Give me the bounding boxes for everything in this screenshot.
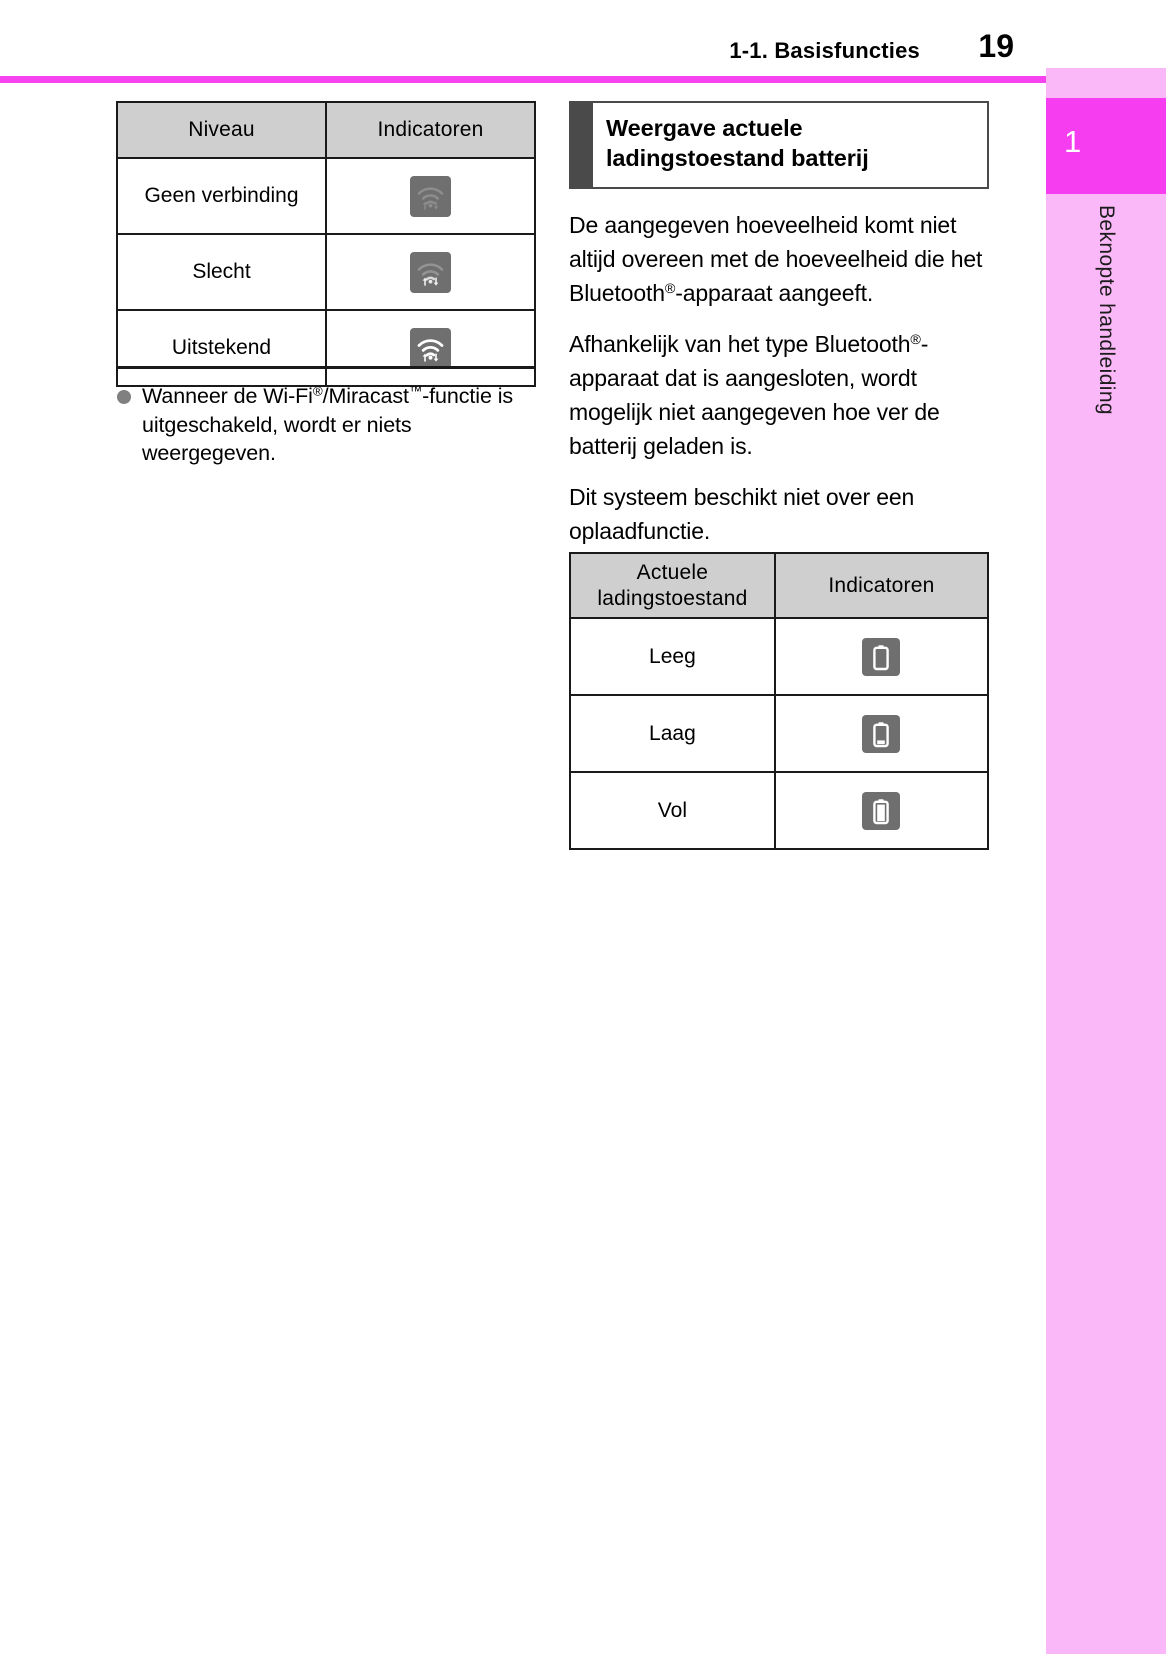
body-paragraph: De aangegeven hoeveelheid komt niet alti… <box>569 208 989 310</box>
battery-glyph <box>873 644 890 670</box>
section-heading-bar <box>571 103 593 187</box>
table-row: Slecht <box>116 233 536 311</box>
footnote-divider <box>116 366 536 369</box>
registered-mark-icon: ® <box>312 383 323 399</box>
battery-state-label: Vol <box>569 771 776 851</box>
footnote-text-part1: Wanneer de Wi-Fi <box>142 384 313 408</box>
battery-state-label: Leeg <box>569 617 776 697</box>
registered-mark-icon: ® <box>664 280 676 297</box>
battery-glyph <box>873 798 890 824</box>
wifi-indicator-cell <box>325 157 536 235</box>
header-accent-rule <box>0 76 1046 83</box>
column-header-indicatoren: Indicatoren <box>325 101 536 159</box>
battery-low-icon <box>862 714 901 753</box>
column-header-actuele-ladingstoestand: Actuele ladingstoestand <box>569 551 776 620</box>
chapter-label-vertical: Beknopte handleiding <box>1046 205 1166 725</box>
left-column: Niveau Indicatoren Geen verbinding Slech… <box>116 101 536 387</box>
table-header-row: Actuele ladingstoestand Indicatoren <box>569 551 990 620</box>
battery-indicator-cell <box>773 771 990 851</box>
chapter-tab-number: 1 <box>1064 124 1082 159</box>
registered-mark-icon: ® <box>910 331 921 348</box>
chapter-label-text: Beknopte handleiding <box>1095 205 1118 416</box>
right-column: Weergave actuele ladingstoestand batteri… <box>569 101 989 548</box>
wifi-glyph <box>417 338 444 362</box>
chapter-sidebar: 1 Beknopte handleiding <box>1046 0 1166 1654</box>
paragraph-text-after: -apparaat aangeeft. <box>675 279 874 306</box>
table-row: Laag <box>569 694 990 774</box>
wifi-level-label: Geen verbinding <box>116 157 327 235</box>
document-page: 1 Beknopte handleiding 1-1. Basisfunctie… <box>0 0 1166 1654</box>
chapter-tab[interactable]: 1 <box>1046 98 1166 194</box>
wifi-glyph <box>417 186 444 210</box>
battery-glyph <box>873 721 890 747</box>
page-number: 19 <box>978 28 1014 64</box>
battery-empty-icon <box>862 637 901 676</box>
wifi-excellent-icon <box>410 327 451 369</box>
battery-state-table: Actuele ladingstoestand Indicatoren Leeg <box>569 551 990 851</box>
table-header-row: Niveau Indicatoren <box>116 101 536 159</box>
body-paragraph: Afhankelijk van het type Bluetooth®-appa… <box>569 327 989 463</box>
trademark-mark-icon: ™ <box>408 383 423 399</box>
footnote-text-part2: /Miracast <box>322 384 409 408</box>
battery-indicator-cell <box>773 694 990 774</box>
table-row: Geen verbinding <box>116 157 536 235</box>
bullet-dot-icon <box>117 390 131 404</box>
wifi-glyph <box>417 262 444 286</box>
table-row: Vol <box>569 771 990 851</box>
wifi-level-label: Slecht <box>116 233 327 311</box>
battery-table-wrap: Actuele ladingstoestand Indicatoren Leeg <box>569 551 990 851</box>
section-heading-text: Weergave actuele ladingstoestand batteri… <box>606 115 869 171</box>
footnote-block: Wanneer de Wi-Fi®/Miracast™-functie is u… <box>116 366 536 468</box>
wifi-level-table: Niveau Indicatoren Geen verbinding Slech… <box>116 101 536 387</box>
sidebar-header-gap <box>1046 0 1166 68</box>
wifi-indicator-cell <box>325 233 536 311</box>
paragraph-text-before: Afhankelijk van het type Bluetooth <box>569 330 911 357</box>
section-heading-block: Weergave actuele ladingstoestand batteri… <box>569 101 989 189</box>
battery-indicator-cell <box>773 617 990 697</box>
column-header-niveau: Niveau <box>116 101 327 159</box>
page-title: 1-1. Basisfuncties <box>729 38 920 63</box>
battery-state-label: Laag <box>569 694 776 774</box>
paragraph-text-before: Dit systeem beschikt niet over een oplaa… <box>569 483 915 544</box>
footnote-item: Wanneer de Wi-Fi®/Miracast™-functie is u… <box>116 382 536 468</box>
wifi-weak-icon <box>410 251 451 293</box>
wifi-no-connection-icon <box>410 175 451 217</box>
body-paragraph: Dit systeem beschikt niet over een oplaa… <box>569 480 989 548</box>
column-header-indicatoren: Indicatoren <box>773 551 990 620</box>
table-row: Leeg <box>569 617 990 697</box>
page-header: 1-1. Basisfuncties 19 <box>0 0 1046 83</box>
battery-full-icon <box>862 791 901 830</box>
